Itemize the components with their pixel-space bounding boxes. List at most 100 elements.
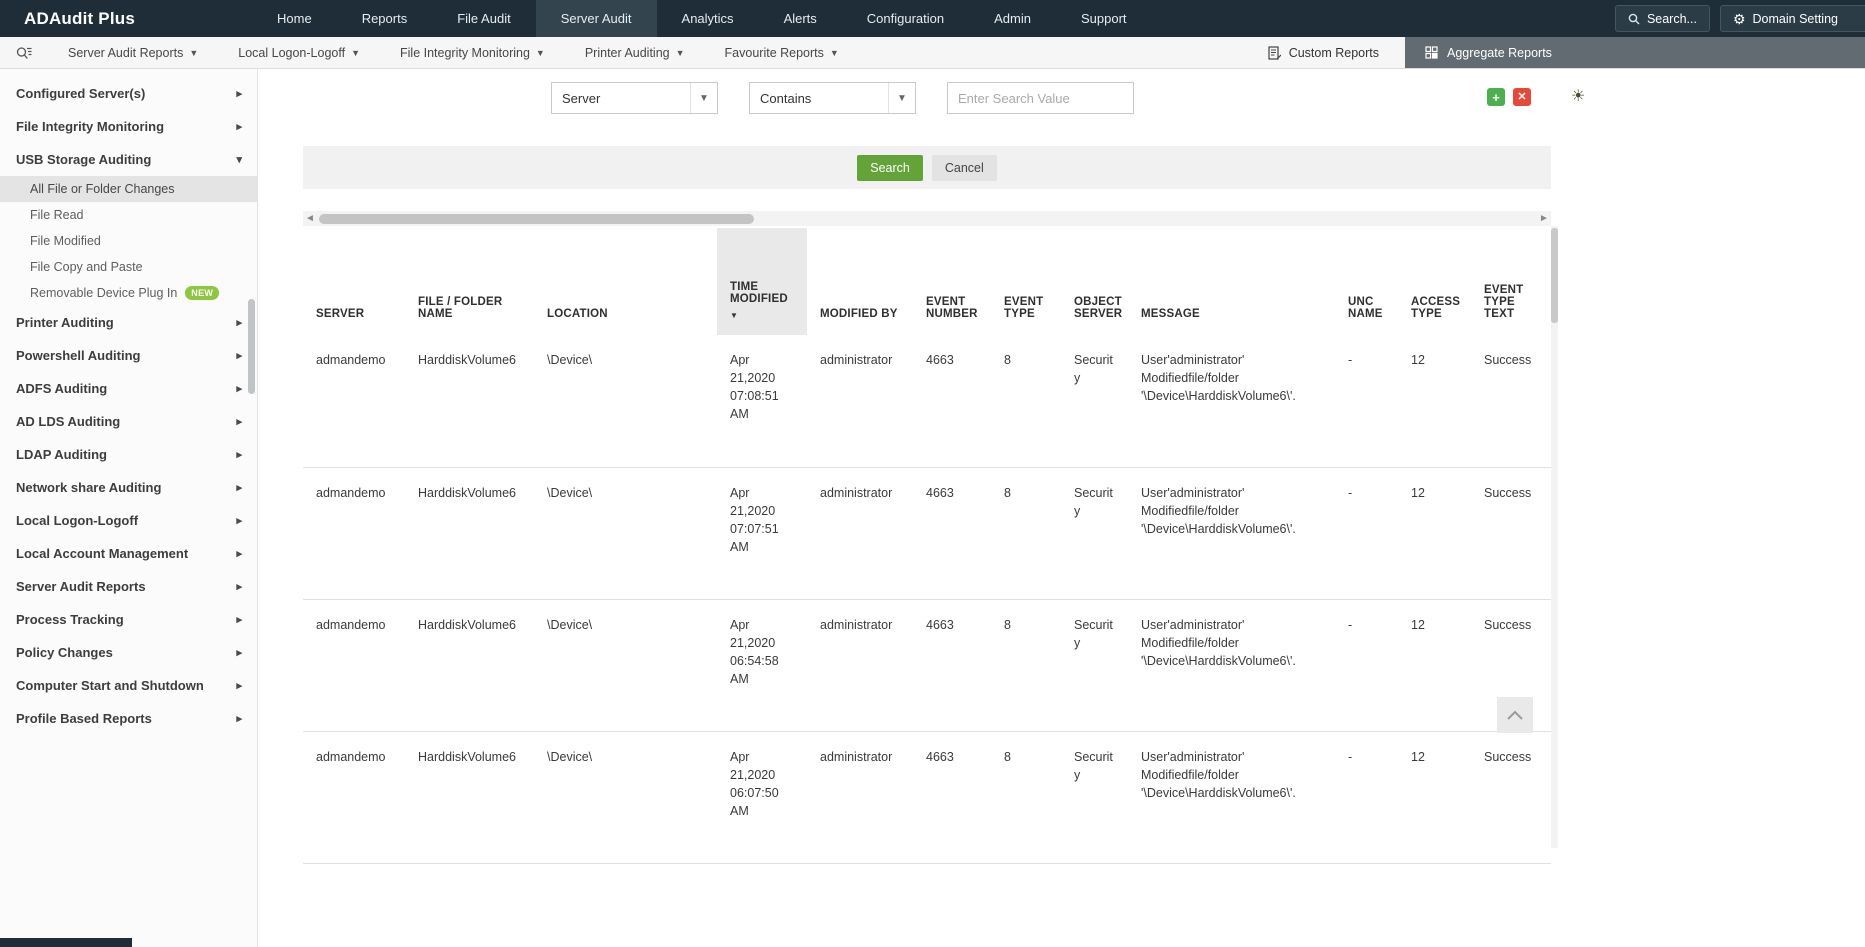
subnav-right: Custom Reports Aggregate Reports [1242, 37, 1865, 68]
top-navigation-bar: ADAudit Plus Home Reports File Audit Ser… [0, 0, 1865, 37]
custom-reports-icon [1268, 45, 1281, 60]
aggregate-reports-button[interactable]: Aggregate Reports [1405, 37, 1865, 68]
add-criteria-button[interactable]: + [1487, 88, 1505, 106]
column-header-event-type-text[interactable]: EVENT TYPE TEXT [1471, 228, 1551, 335]
cell-event-type-text: Success [1484, 353, 1532, 367]
cell-event-type-text: Success [1484, 485, 1532, 500]
sidebar-subitem[interactable]: All File or Folder Changes [0, 176, 257, 202]
chevron-right-icon: ▸ [236, 548, 242, 560]
sidebar-item[interactable]: USB Storage Auditing ▾ [0, 143, 257, 176]
nav-item-reports[interactable]: Reports [337, 0, 433, 37]
sidebar-subitem[interactable]: File Copy and Paste [0, 254, 257, 280]
sun-settings-icon[interactable]: ☀ [1571, 89, 1585, 105]
sidebar-subitem-label: File Read [30, 208, 84, 222]
search-icon [1628, 13, 1640, 25]
remove-criteria-button[interactable]: ✕ [1513, 88, 1531, 106]
sidebar-item[interactable]: Profile Based Reports ▸ [0, 702, 257, 735]
cell-event-number: 4663 [926, 353, 954, 367]
chevron-right-icon: ▸ [236, 383, 242, 395]
aggregate-reports-label: Aggregate Reports [1447, 45, 1552, 60]
search-value-input[interactable] [947, 82, 1134, 114]
subnav-printer-auditing[interactable]: Printer Auditing ▼ [565, 37, 705, 68]
chevron-right-icon: ▸ [236, 449, 242, 461]
sidebar-item[interactable]: Printer Auditing ▸ [0, 306, 257, 339]
table-vertical-scrollbar[interactable] [1551, 226, 1558, 848]
sidebar-item[interactable]: LDAP Auditing ▸ [0, 438, 257, 471]
sidebar-item[interactable]: Policy Changes ▸ [0, 636, 257, 669]
sidebar-item[interactable]: Network share Auditing ▸ [0, 471, 257, 504]
column-header-event-number[interactable]: EVENT NUMBER [913, 228, 991, 335]
cell-event-type: 8 [1004, 749, 1011, 764]
sidebar-item[interactable]: Powershell Auditing ▸ [0, 339, 257, 372]
sidebar-item-label: Profile Based Reports [16, 711, 152, 726]
table-row[interactable]: admandemo HarddiskVolume6 \Device\ Apr 2… [303, 467, 1551, 599]
filter-field-select[interactable]: Server ▼ [551, 82, 718, 114]
report-search-icon[interactable] [0, 37, 48, 68]
column-header-event-type[interactable]: EVENT TYPE [991, 228, 1061, 335]
sidebar-item-label: AD LDS Auditing [16, 414, 121, 429]
cancel-button[interactable]: Cancel [931, 154, 997, 181]
nav-item-home[interactable]: Home [252, 0, 337, 37]
table-row[interactable]: admandemo HarddiskVolume6 \Device\ Apr 2… [303, 599, 1551, 731]
custom-reports-button[interactable]: Custom Reports [1242, 37, 1405, 68]
sidebar-item[interactable]: Local Logon-Logoff ▸ [0, 504, 257, 537]
column-header-message[interactable]: MESSAGE [1128, 228, 1335, 335]
column-header-file-folder-name[interactable]: FILE / FOLDER NAME [405, 228, 534, 335]
nav-item-admin[interactable]: Admin [969, 0, 1056, 37]
scroll-to-top-button[interactable] [1497, 697, 1533, 733]
column-header-unc-name[interactable]: UNC NAME [1335, 228, 1398, 335]
sidebar-item[interactable]: Configured Server(s) ▸ [0, 77, 257, 110]
sidebar-subitem[interactable]: Removable Device Plug In NEW [0, 280, 257, 306]
table-row[interactable]: admandemo HarddiskVolume6 \Device\ Apr 2… [303, 731, 1551, 863]
chevron-down-icon: ▼ [535, 47, 545, 58]
scroll-left-arrow-icon[interactable]: ◄ [303, 213, 317, 224]
nav-item-alerts[interactable]: Alerts [759, 0, 842, 37]
table-row[interactable]: admandemo HarddiskVolume6 \Device\ Apr 2… [303, 335, 1551, 467]
nav-item-file-audit[interactable]: File Audit [432, 0, 535, 37]
vscroll-thumb[interactable] [1551, 228, 1558, 323]
chevron-right-icon: ▸ [236, 88, 242, 100]
custom-reports-label: Custom Reports [1288, 45, 1379, 60]
column-header-modified-by[interactable]: MODIFIED BY [807, 228, 913, 335]
sidebar-item[interactable]: File Integrity Monitoring ▸ [0, 110, 257, 143]
sidebar-subitem[interactable]: File Modified [0, 228, 257, 254]
subnav-server-audit-reports[interactable]: Server Audit Reports ▼ [48, 37, 218, 68]
filter-operator-select[interactable]: Contains ▼ [749, 82, 916, 114]
nav-item-analytics[interactable]: Analytics [657, 0, 759, 37]
cell-server: admandemo [316, 617, 386, 632]
chevron-right-icon: ▸ [236, 713, 242, 725]
chevron-down-icon: ▼ [189, 47, 199, 58]
sidebar-item-label: Printer Auditing [16, 315, 114, 330]
column-header-server[interactable]: SERVER [303, 228, 405, 335]
filter-operator-value: Contains [760, 90, 812, 106]
nav-item-server-audit[interactable]: Server Audit [535, 0, 657, 37]
sidebar-subitem[interactable]: File Read [0, 202, 257, 228]
cell-unc-name: - [1348, 617, 1353, 632]
domain-settings-button[interactable]: ⚙ Domain Setting [1719, 5, 1865, 32]
scroll-right-arrow-icon[interactable]: ► [1537, 213, 1551, 224]
chevron-right-icon: ▸ [236, 482, 242, 494]
sidebar-scrollbar-thumb[interactable] [248, 299, 255, 394]
hscroll-thumb[interactable] [319, 213, 754, 224]
hscroll-track[interactable] [317, 211, 1537, 226]
nav-item-configuration[interactable]: Configuration [842, 0, 969, 37]
subnav-favourite-reports[interactable]: Favourite Reports ▼ [705, 37, 859, 68]
sidebar-item[interactable]: Computer Start and Shutdown ▸ [0, 669, 257, 702]
subnav-local-logon-logoff[interactable]: Local Logon-Logoff ▼ [218, 37, 380, 68]
search-button[interactable]: Search [857, 154, 923, 181]
cell-file-folder-name: HarddiskVolume6 [418, 749, 516, 764]
sidebar-item[interactable]: Server Audit Reports ▸ [0, 570, 257, 603]
nav-item-support[interactable]: Support [1056, 0, 1152, 37]
column-header-time-modified[interactable]: TIME MODIFIED ▼ [717, 228, 807, 335]
sidebar-item[interactable]: Local Account Management ▸ [0, 537, 257, 570]
sidebar-item[interactable]: Process Tracking ▸ [0, 603, 257, 636]
subnav-file-integrity-monitoring[interactable]: File Integrity Monitoring ▼ [380, 37, 565, 68]
cell-event-number: 4663 [926, 485, 954, 500]
global-search-button[interactable]: Search... [1614, 5, 1710, 32]
sidebar-item[interactable]: AD LDS Auditing ▸ [0, 405, 257, 438]
column-header-access-type[interactable]: ACCESS TYPE [1398, 228, 1471, 335]
column-header-object-server[interactable]: OBJECT SERVER [1061, 228, 1128, 335]
column-header-location[interactable]: LOCATION [534, 228, 717, 335]
cell-modified-by: administrator [820, 353, 893, 367]
sidebar-item[interactable]: ADFS Auditing ▸ [0, 372, 257, 405]
